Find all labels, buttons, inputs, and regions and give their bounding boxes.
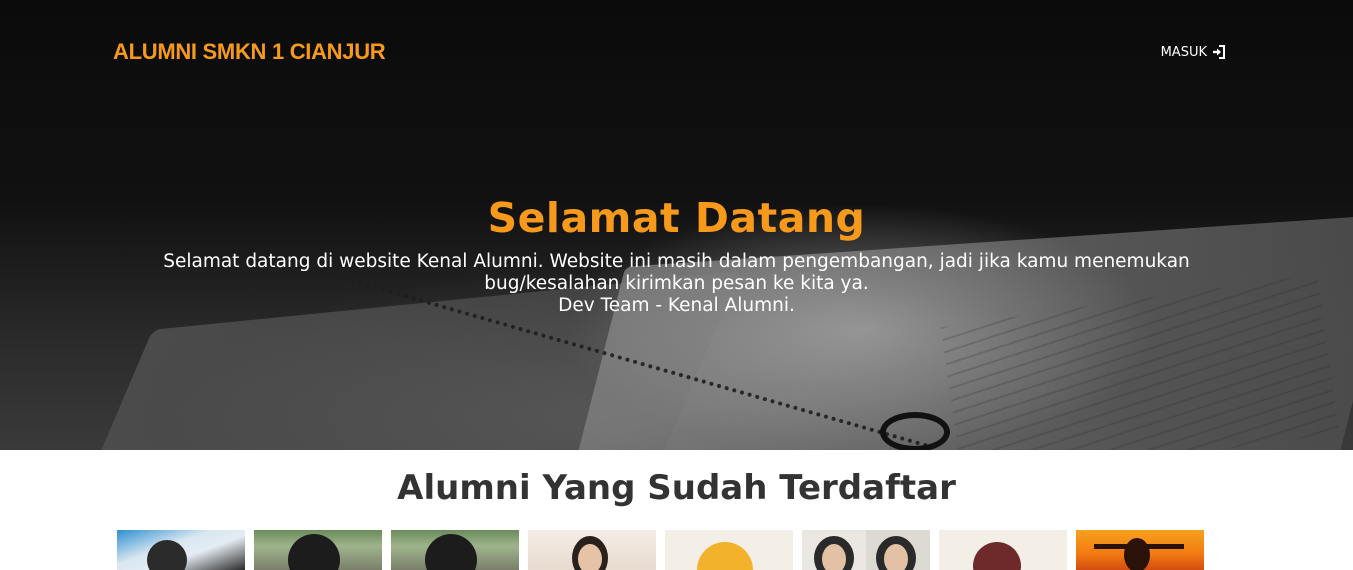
login-label: MASUK [1160,44,1207,60]
alumni-thumbnail[interactable] [117,530,245,570]
sign-in-icon [1211,44,1227,60]
hero-line-3: Dev Team - Kenal Alumni. [558,295,795,317]
brand-link[interactable]: ALUMNI SMKN 1 CIANJUR [113,39,386,65]
top-navbar: ALUMNI SMKN 1 CIANJUR MASUK [0,0,1353,104]
alumni-thumbnail[interactable] [802,530,930,570]
alumni-thumbnail[interactable] [939,530,1067,570]
alumni-section-title: Alumni Yang Sudah Terdaftar [397,468,956,508]
alumni-thumbnail[interactable] [1076,530,1204,570]
alumni-thumbnail[interactable] [391,530,519,570]
hero-title: Selamat Datang [487,194,866,242]
hero-description: Selamat datang di website Kenal Alumni. … [0,251,1353,317]
hero-section: ALUMNI SMKN 1 CIANJUR MASUK Selamat Data… [0,0,1353,450]
alumni-thumbnail[interactable] [528,530,656,570]
login-link[interactable]: MASUK [1161,44,1227,60]
alumni-thumbnail-row [117,530,1204,570]
hero-background-pendant [880,412,950,450]
alumni-thumbnail[interactable] [665,530,793,570]
hero-content: Selamat Datang Selamat datang di website… [0,192,1353,317]
alumni-thumbnail[interactable] [254,530,382,570]
hero-line-1: Selamat datang di website Kenal Alumni. … [163,251,1190,273]
hero-line-2: bug/kesalahan kirimkan pesan ke kita ya. [484,273,869,295]
